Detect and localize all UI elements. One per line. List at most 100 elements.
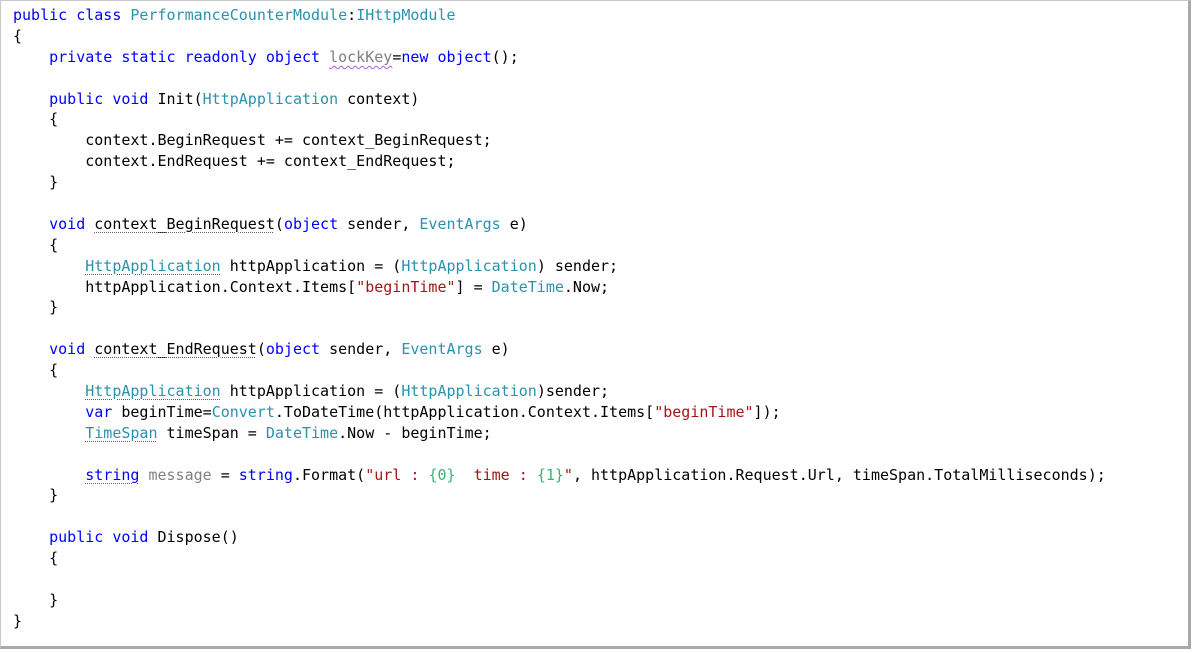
code-token: sender, xyxy=(320,340,402,359)
code-line: { xyxy=(13,235,1106,256)
code-token: HttpApplication xyxy=(85,382,221,401)
code-token: string xyxy=(238,465,293,484)
code-token: context_BeginRequest xyxy=(94,214,275,233)
code-token: Dispose() xyxy=(157,528,239,547)
code-token: class xyxy=(76,6,122,24)
code-line: context.BeginRequest += context_BeginReq… xyxy=(13,130,1106,151)
code-token: void xyxy=(112,89,149,108)
code-token: message xyxy=(148,465,212,484)
code-token: } xyxy=(49,486,59,505)
code-token: } xyxy=(49,173,59,192)
code-token: { xyxy=(49,110,59,129)
code-token: {0} xyxy=(428,465,456,484)
code-token: httpApplication = ( xyxy=(220,382,402,401)
code-line: HttpApplication httpApplication = (HttpA… xyxy=(13,381,1106,402)
code-token: ] = xyxy=(455,277,492,296)
code-token: new xyxy=(401,47,429,66)
code-editor: public class PerformanceCounterModule:IH… xyxy=(13,5,1106,632)
code-token: EventArgs xyxy=(401,340,483,359)
code-token: ) sender; xyxy=(536,256,619,275)
code-token: "beginTime" xyxy=(356,277,456,296)
code-line: } xyxy=(13,485,1106,506)
code-token: ]); xyxy=(753,402,781,421)
code-token: Init( xyxy=(157,89,203,108)
code-token: ( xyxy=(256,340,266,359)
code-token: var xyxy=(85,402,113,421)
code-token: : xyxy=(347,6,357,24)
code-token: DateTime xyxy=(265,423,339,442)
code-token: object xyxy=(265,47,321,66)
code-token: .Now - beginTime; xyxy=(338,423,492,442)
code-line: context.EndRequest += context_EndRequest… xyxy=(13,151,1106,172)
code-line: { xyxy=(13,360,1106,381)
code-line: } xyxy=(13,172,1106,193)
code-token: context_EndRequest xyxy=(94,340,257,359)
code-token: HttpApplication xyxy=(202,89,339,108)
code-token: } xyxy=(49,590,59,609)
code-token: public xyxy=(49,528,104,547)
code-token: e) xyxy=(482,340,510,359)
code-token: object xyxy=(265,340,321,359)
code-token: } xyxy=(13,611,23,630)
code-token: object xyxy=(283,214,339,233)
code-token: private xyxy=(49,47,113,66)
code-line: TimeSpan timeSpan = DateTime.Now - begin… xyxy=(13,423,1106,444)
code-token: TimeSpan xyxy=(85,423,158,442)
code-line: } xyxy=(13,297,1106,318)
code-line: private static readonly object lockKey=n… xyxy=(13,47,1106,68)
code-line: httpApplication.Context.Items["beginTime… xyxy=(13,277,1106,298)
code-line: void context_EndRequest(object sender, E… xyxy=(13,339,1106,360)
code-line: } xyxy=(13,590,1106,611)
code-token: sender, xyxy=(338,214,420,233)
code-token: .Now; xyxy=(563,277,610,296)
code-token: beginTime= xyxy=(112,402,212,421)
code-token: context) xyxy=(338,89,420,108)
code-token: " xyxy=(563,465,573,484)
code-token: EventArgs xyxy=(419,214,501,233)
code-token: )sender; xyxy=(536,382,610,401)
code-token: } xyxy=(49,298,59,317)
code-token: (); xyxy=(491,47,519,66)
code-token: ( xyxy=(274,214,284,233)
code-token: "url : xyxy=(365,465,429,484)
code-line: void context_BeginRequest(object sender,… xyxy=(13,214,1106,235)
code-line: public class PerformanceCounterModule:IH… xyxy=(13,5,1106,26)
code-line: HttpApplication httpApplication = (HttpA… xyxy=(13,256,1106,277)
code-token: readonly xyxy=(184,47,257,66)
code-token: HttpApplication xyxy=(401,382,537,401)
code-token: time : xyxy=(455,465,537,484)
code-token: static xyxy=(121,47,176,66)
code-token: timeSpan = xyxy=(157,423,266,442)
code-token: string xyxy=(85,465,140,484)
code-token: object xyxy=(437,47,492,66)
code-token: void xyxy=(112,528,149,547)
code-token: {1} xyxy=(536,465,564,484)
code-line: var beginTime=Convert.ToDateTime(httpApp… xyxy=(13,402,1106,423)
code-token: context.BeginRequest += context_BeginReq… xyxy=(85,131,492,150)
